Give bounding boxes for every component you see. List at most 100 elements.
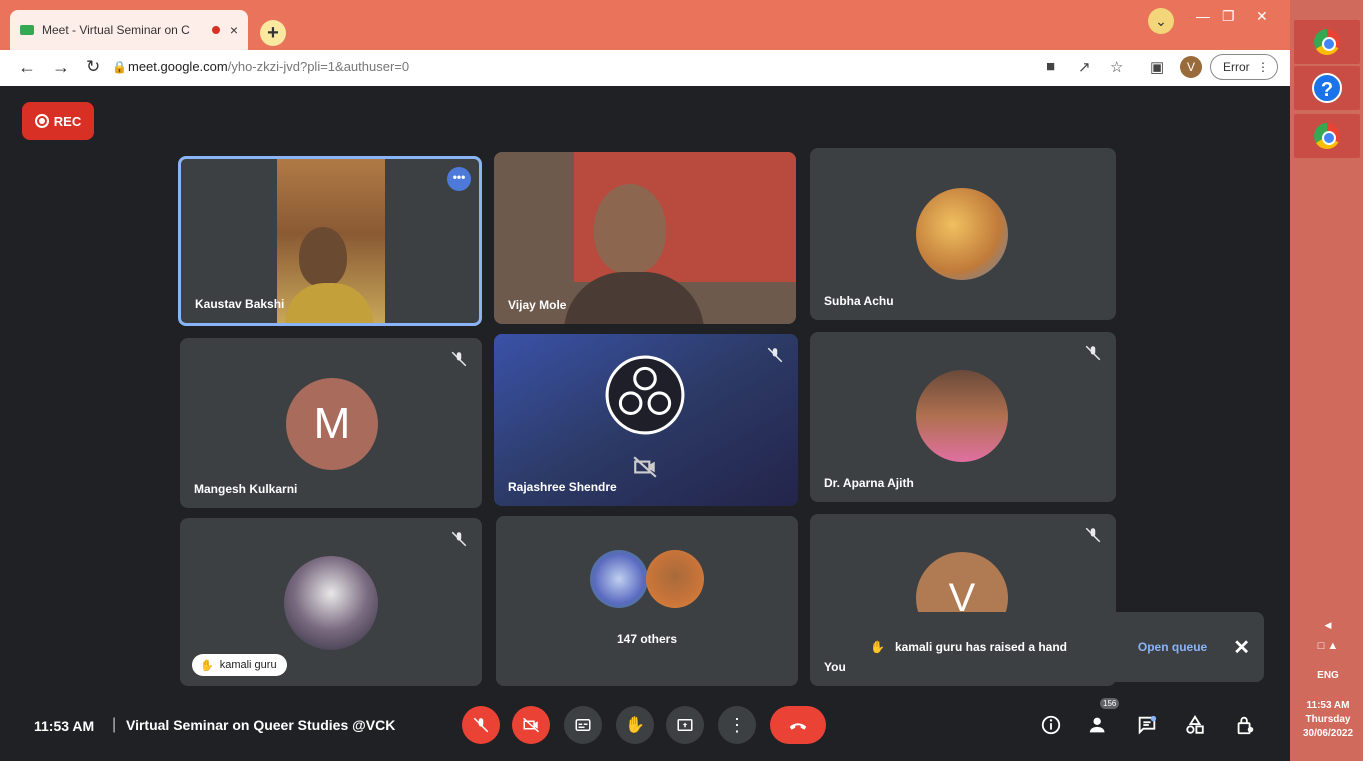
participant-name: Subha Achu — [824, 294, 894, 308]
kebab-menu-icon: ⋮ — [728, 714, 746, 735]
participant-avatar — [916, 370, 1008, 462]
bookmark-star-icon[interactable]: ☆ — [1110, 58, 1123, 76]
forward-arrow-icon[interactable]: → — [52, 57, 70, 78]
participant-name: You — [824, 660, 846, 674]
address-bar: ← → ↻ 🔒 meet.google.com/yho-zkzi-jvd?pli… — [0, 50, 1290, 86]
present-icon — [677, 719, 693, 731]
info-icon — [1041, 715, 1061, 735]
chat-icon — [1138, 715, 1157, 735]
error-button-label: Error — [1223, 60, 1250, 74]
participant-name: Kaustav Bakshi — [195, 297, 285, 311]
side-panel-icon[interactable]: ▣ — [1150, 58, 1164, 76]
mic-off-icon — [451, 531, 467, 547]
window-close-icon[interactable]: ✕ — [1256, 8, 1268, 25]
new-tab-button[interactable]: + — [260, 20, 286, 46]
meet-stage: REC ••• Kaustav Bakshi Vijay Mole Subha … — [0, 86, 1290, 761]
mic-off-icon — [1085, 345, 1101, 361]
host-controls-button[interactable] — [1232, 712, 1258, 738]
lock-icon[interactable]: 🔒 — [112, 60, 127, 74]
leave-call-button[interactable] — [770, 706, 826, 744]
url-host: meet.google.com — [128, 59, 228, 74]
meet-favicon-icon — [20, 25, 34, 35]
participant-name: kamali guru — [219, 659, 277, 671]
record-icon — [34, 114, 49, 128]
minimize-icon[interactable]: — — [1196, 8, 1210, 24]
lock-person-icon — [1237, 716, 1254, 735]
camera-off-icon — [522, 717, 540, 733]
taskbar-day: Thursday — [1305, 714, 1351, 725]
reload-icon[interactable]: ↻ — [86, 57, 100, 77]
participant-tile-subha[interactable]: Subha Achu — [810, 148, 1116, 320]
participant-tile-aparna[interactable]: Dr. Aparna Ajith — [810, 332, 1116, 502]
profile-avatar[interactable]: V — [1180, 56, 1202, 78]
error-button[interactable]: Error ⋮ — [1210, 54, 1278, 80]
share-icon[interactable]: ↗ — [1078, 58, 1091, 76]
tab-search-chevron-icon[interactable]: ⌄ — [1148, 8, 1174, 34]
kebab-menu-icon: ⋮ — [1257, 60, 1269, 74]
mic-off-icon — [1085, 527, 1101, 543]
back-arrow-icon[interactable]: ← — [18, 57, 36, 78]
video-feed — [277, 159, 385, 323]
participant-tile-mangesh[interactable]: M Mangesh Kulkarni — [180, 338, 482, 508]
url-path: /yho-zkzi-jvd?pli=1&authuser=0 — [227, 59, 410, 74]
toast-close-icon[interactable]: ✕ — [1233, 635, 1250, 660]
toast-message: kamali guru has raised a hand — [894, 640, 1068, 654]
captions-icon — [575, 719, 591, 731]
people-count-badge: 156 — [1100, 698, 1120, 709]
present-screen-button[interactable] — [666, 706, 704, 744]
taskbar-help-button[interactable]: ? — [1294, 66, 1360, 110]
camera-off-icon — [633, 456, 657, 478]
camera-icon[interactable]: ■ — [1046, 58, 1055, 75]
meeting-title: Virtual Seminar on Queer Studies @VCK — [126, 717, 396, 733]
taskbar-date: 30/06/2022 — [1302, 728, 1354, 739]
person-shirt — [285, 283, 373, 323]
raised-hand-icon: ✋ — [870, 640, 885, 654]
captions-button[interactable] — [564, 706, 602, 744]
raised-hand-toast: ✋ kamali guru has raised a hand Open que… — [856, 612, 1264, 682]
more-options-icon[interactable]: ••• — [447, 167, 471, 191]
open-queue-link[interactable]: Open queue — [1138, 640, 1207, 654]
network-icon[interactable]: □ ▲ — [1296, 640, 1360, 652]
divider: | — [112, 716, 117, 733]
participant-avatar — [916, 188, 1008, 280]
participant-tile-rajashree[interactable]: Rajashree Shendre — [494, 334, 798, 506]
taskbar-time[interactable]: 11:53 AM — [1296, 700, 1360, 711]
raised-hand-name-pill: ✋ kamali guru — [192, 654, 287, 676]
participant-name: Rajashree Shendre — [508, 480, 617, 494]
participant-tile-kamali[interactable]: ✋ kamali guru — [180, 518, 482, 686]
tray-arrow-icon[interactable]: ◀ — [1296, 620, 1360, 631]
chrome-icon — [1314, 29, 1340, 55]
url-field[interactable]: meet.google.com/yho-zkzi-jvd?pli=1&authu… — [128, 59, 409, 74]
meeting-details-button[interactable] — [1038, 712, 1064, 738]
mic-off-icon — [473, 717, 489, 733]
tab-close-button[interactable]: × — [230, 22, 238, 38]
participant-name: Dr. Aparna Ajith — [824, 476, 914, 490]
taskbar-chrome-button[interactable] — [1294, 20, 1360, 64]
language-indicator[interactable]: ENG — [1296, 670, 1360, 681]
participant-tile-kaustav[interactable]: ••• Kaustav Bakshi — [178, 156, 482, 326]
participant-tile-others[interactable]: 147 others — [496, 516, 798, 686]
restore-icon[interactable]: ❐ — [1222, 8, 1235, 25]
meeting-control-bar: 11:53 AM | Virtual Seminar on Queer Stud… — [0, 694, 1290, 761]
camera-toggle-button[interactable] — [512, 706, 550, 744]
browser-tab-meet[interactable]: Meet - Virtual Seminar on C × — [10, 10, 248, 50]
people-button[interactable]: 156 — [1086, 698, 1120, 738]
help-icon: ? — [1312, 73, 1342, 103]
chat-button[interactable] — [1134, 712, 1160, 738]
tab-title: Meet - Virtual Seminar on C — [42, 23, 190, 37]
mic-off-icon — [767, 347, 783, 363]
mic-off-icon — [451, 351, 467, 367]
others-count-label: 147 others — [616, 632, 678, 646]
participant-tile-vijay[interactable]: Vijay Mole — [494, 152, 796, 324]
participant-name: Vijay Mole — [508, 298, 567, 312]
others-avatar-1 — [590, 550, 648, 608]
activities-button[interactable] — [1182, 712, 1208, 738]
recording-badge[interactable]: REC — [22, 102, 94, 140]
mic-toggle-button[interactable] — [462, 706, 500, 744]
taskbar-chrome-button-2[interactable] — [1294, 114, 1360, 158]
obs-logo-icon — [605, 355, 685, 435]
more-options-button[interactable]: ⋮ — [718, 706, 756, 744]
others-avatar-2 — [646, 550, 704, 608]
raised-hand-icon: ✋ — [200, 659, 214, 672]
raise-hand-button[interactable]: ✋ — [616, 706, 654, 744]
